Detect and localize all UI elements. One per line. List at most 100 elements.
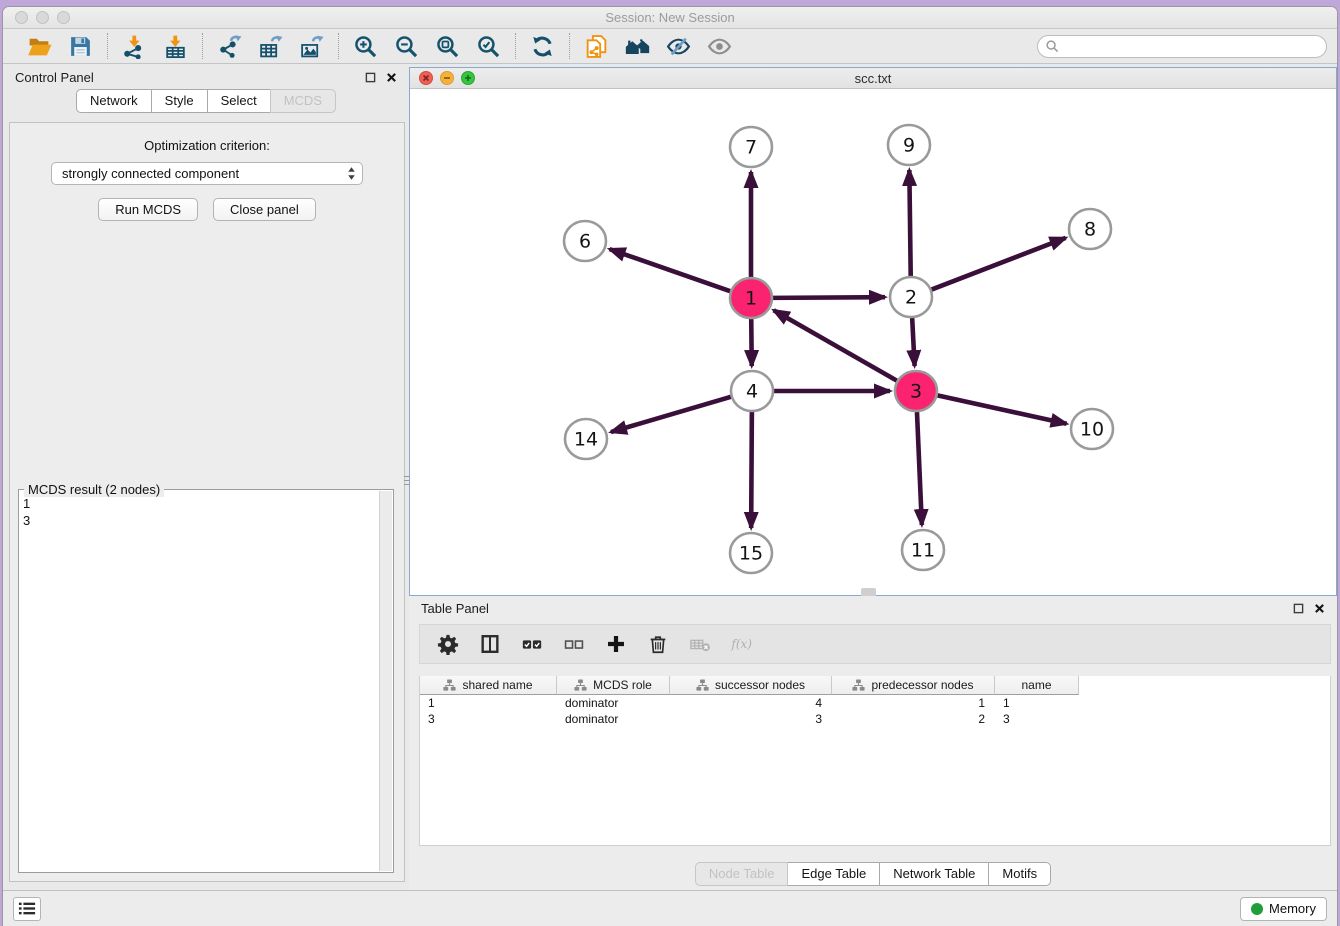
svg-text:1: 1 <box>745 288 757 310</box>
graph-edge-2-9[interactable] <box>909 170 910 276</box>
column-header-label: successor nodes <box>715 678 805 692</box>
import-network-icon[interactable] <box>121 33 148 60</box>
tab-edge-table[interactable]: Edge Table <box>787 862 880 886</box>
svg-text:6: 6 <box>579 231 591 253</box>
window-zoom-button[interactable] <box>57 11 70 24</box>
graph-node-14[interactable]: 14 <box>565 419 607 459</box>
column-header-predecessor-nodes[interactable]: predecessor nodes <box>832 676 995 695</box>
result-scrollbar[interactable] <box>379 491 392 871</box>
tab-motifs[interactable]: Motifs <box>988 862 1051 886</box>
tab-style[interactable]: Style <box>151 89 208 113</box>
column-header-shared-name[interactable]: shared name <box>420 676 557 695</box>
column-selector-icon[interactable] <box>478 632 502 656</box>
hierarchy-icon <box>696 679 709 691</box>
graph-edge-1-2[interactable] <box>773 297 885 298</box>
network-view-frame: scc.txt 7968124314101511 <box>409 67 1337 596</box>
graph-edge-1-6[interactable] <box>610 249 731 291</box>
hierarchy-icon <box>443 679 456 691</box>
table-panel-header: Table Panel <box>409 596 1337 620</box>
settings-gear-icon[interactable] <box>436 632 460 656</box>
zoom-fit-icon[interactable] <box>434 33 461 60</box>
frame-minimize-icon[interactable] <box>440 71 454 85</box>
network-canvas[interactable]: 7 9 6 8 1 2 4 3 14 10 15 11 <box>410 89 1336 595</box>
close-panel-icon[interactable] <box>1314 603 1325 614</box>
graph-node-8[interactable]: 8 <box>1069 209 1111 249</box>
show-hidden-icon[interactable] <box>706 33 733 60</box>
add-column-icon[interactable] <box>604 632 628 656</box>
svg-text:15: 15 <box>739 543 763 565</box>
frame-close-icon[interactable] <box>419 71 433 85</box>
mcds-result-list[interactable]: 13 <box>23 492 378 870</box>
graph-edge-3-1[interactable] <box>774 310 897 380</box>
export-network-icon[interactable] <box>216 33 243 60</box>
graph-node-4[interactable]: 4 <box>731 371 773 411</box>
graph-edge-3-10[interactable] <box>938 395 1067 423</box>
graph-node-10[interactable]: 10 <box>1071 409 1113 449</box>
graph-node-2[interactable]: 2 <box>890 277 932 317</box>
tab-network[interactable]: Network <box>76 89 152 113</box>
graph-node-3[interactable]: 3 <box>895 371 937 411</box>
delete-column-icon[interactable] <box>646 632 670 656</box>
select-all-checks-icon[interactable] <box>520 632 544 656</box>
column-header-successor-nodes[interactable]: successor nodes <box>670 676 832 695</box>
table-cell: 3 <box>420 712 557 726</box>
tab-network-table[interactable]: Network Table <box>879 862 989 886</box>
table-panel-tabs: Node TableEdge TableNetwork TableMotifs <box>409 862 1337 886</box>
search-input[interactable] <box>1037 35 1327 58</box>
svg-text:f(x): f(x) <box>730 637 752 651</box>
close-panel-button[interactable]: Close panel <box>213 198 316 221</box>
run-mcds-button[interactable]: Run MCDS <box>98 198 198 221</box>
criterion-dropdown[interactable]: strongly connected component <box>51 162 363 185</box>
column-header-MCDS-role[interactable]: MCDS role <box>557 676 670 695</box>
mcds-result-group: MCDS result (2 nodes) 13 <box>18 489 394 873</box>
list-icon <box>18 901 36 916</box>
clone-network-icon[interactable] <box>583 33 610 60</box>
graph-node-6[interactable]: 6 <box>564 221 606 261</box>
float-panel-icon[interactable] <box>1293 603 1304 614</box>
column-header-name[interactable]: name <box>995 676 1079 695</box>
zoom-selected-icon[interactable] <box>475 33 502 60</box>
svg-text:11: 11 <box>911 540 935 562</box>
task-history-button[interactable] <box>13 897 41 921</box>
zoom-out-icon[interactable] <box>393 33 420 60</box>
table-cell: 1 <box>832 696 995 710</box>
memory-button[interactable]: Memory <box>1240 897 1327 921</box>
graph-node-7[interactable]: 7 <box>730 127 772 167</box>
graph-edge-3-11[interactable] <box>917 412 922 525</box>
graph-edge-2-8[interactable] <box>932 238 1066 290</box>
table-panel-title: Table Panel <box>421 601 489 616</box>
open-session-icon[interactable] <box>26 33 53 60</box>
clear-all-checks-icon[interactable] <box>562 632 586 656</box>
window-close-button[interactable] <box>15 11 28 24</box>
close-panel-icon[interactable] <box>386 72 397 83</box>
table-cell: dominator <box>557 696 670 710</box>
refresh-network-icon[interactable] <box>529 33 556 60</box>
graph-node-11[interactable]: 11 <box>902 530 944 570</box>
tab-mcds[interactable]: MCDS <box>270 89 336 113</box>
float-panel-icon[interactable] <box>365 72 376 83</box>
export-table-icon[interactable] <box>257 33 284 60</box>
table-header-row: shared nameMCDS role successor nodes prede… <box>420 676 1330 695</box>
frame-maximize-icon[interactable] <box>461 71 475 85</box>
table-row[interactable]: 1dominator411 <box>420 695 1330 711</box>
graph-edge-4-14[interactable] <box>611 397 731 432</box>
import-table-icon[interactable] <box>162 33 189 60</box>
graph-node-9[interactable]: 9 <box>888 125 930 165</box>
graph-edge-2-3[interactable] <box>912 318 914 366</box>
tab-node-table[interactable]: Node Table <box>695 862 789 886</box>
tab-select[interactable]: Select <box>207 89 271 113</box>
graph-node-15[interactable]: 15 <box>730 533 772 573</box>
network-graph[interactable]: 7 9 6 8 1 2 4 3 14 10 15 11 <box>410 89 1338 595</box>
hide-selected-icon[interactable] <box>665 33 692 60</box>
graph-edge-4-15[interactable] <box>751 412 752 528</box>
table-cell: 3 <box>670 712 832 726</box>
save-session-icon[interactable] <box>67 33 94 60</box>
zoom-in-icon[interactable] <box>352 33 379 60</box>
window-minimize-button[interactable] <box>36 11 49 24</box>
export-image-icon[interactable] <box>298 33 325 60</box>
table-row[interactable]: 3dominator323 <box>420 711 1330 727</box>
svg-text:10: 10 <box>1080 419 1104 441</box>
node-table: shared nameMCDS role successor nodes prede… <box>419 676 1331 846</box>
graph-node-1[interactable]: 1 <box>730 278 772 318</box>
home-view-icon[interactable] <box>624 33 651 60</box>
